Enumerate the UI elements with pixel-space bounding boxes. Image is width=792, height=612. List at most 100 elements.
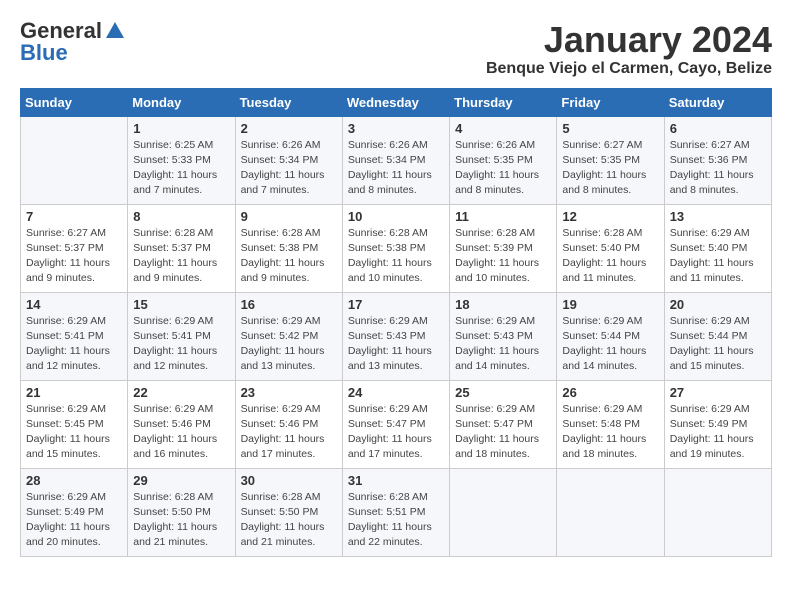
calendar-cell: 18 Sunrise: 6:29 AMSunset: 5:43 PMDayligh…: [450, 292, 557, 380]
day-number: 28: [26, 473, 122, 488]
calendar-cell: 21 Sunrise: 6:29 AMSunset: 5:45 PMDayligh…: [21, 380, 128, 468]
day-info: Sunrise: 6:29 AMSunset: 5:47 PMDaylight:…: [455, 402, 551, 463]
day-number: 18: [455, 297, 551, 312]
day-info: Sunrise: 6:29 AMSunset: 5:47 PMDaylight:…: [348, 402, 444, 463]
day-info: Sunrise: 6:29 AMSunset: 5:49 PMDaylight:…: [26, 490, 122, 551]
day-info: Sunrise: 6:26 AMSunset: 5:34 PMDaylight:…: [348, 138, 444, 199]
calendar-cell: 9Sunrise: 6:28 AMSunset: 5:38 PMDaylight…: [235, 204, 342, 292]
calendar-cell: 30 Sunrise: 6:28 AMSunset: 5:50 PMDayligh…: [235, 468, 342, 556]
day-number: 22: [133, 385, 229, 400]
calendar-cell: 17 Sunrise: 6:29 AMSunset: 5:43 PMDayligh…: [342, 292, 449, 380]
calendar-cell: 5 Sunrise: 6:27 AMSunset: 5:35 PMDaylight…: [557, 116, 664, 204]
calendar-cell: 4 Sunrise: 6:26 AMSunset: 5:35 PMDaylight…: [450, 116, 557, 204]
calendar-cell: 2 Sunrise: 6:26 AMSunset: 5:34 PMDaylight…: [235, 116, 342, 204]
day-info: Sunrise: 6:27 AMSunset: 5:36 PMDaylight:…: [670, 138, 766, 199]
page-header: General Blue January 2024 Benque Viejo e…: [20, 20, 772, 78]
day-number: 9: [241, 209, 337, 224]
day-number: 4: [455, 121, 551, 136]
day-info: Sunrise: 6:29 AMSunset: 5:48 PMDaylight:…: [562, 402, 658, 463]
calendar-cell: 24 Sunrise: 6:29 AMSunset: 5:47 PMDayligh…: [342, 380, 449, 468]
day-info: Sunrise: 6:26 AMSunset: 5:35 PMDaylight:…: [455, 138, 551, 199]
day-number: 5: [562, 121, 658, 136]
calendar-cell: 16 Sunrise: 6:29 AMSunset: 5:42 PMDayligh…: [235, 292, 342, 380]
day-info: Sunrise: 6:25 AMSunset: 5:33 PMDaylight:…: [133, 138, 229, 199]
day-info: Sunrise: 6:28 AMSunset: 5:37 PMDaylight:…: [133, 226, 229, 287]
day-number: 8: [133, 209, 229, 224]
day-info: Sunrise: 6:28 AMSunset: 5:40 PMDaylight:…: [562, 226, 658, 287]
day-info: Sunrise: 6:29 AMSunset: 5:43 PMDaylight:…: [348, 314, 444, 375]
day-info: Sunrise: 6:28 AMSunset: 5:38 PMDaylight:…: [348, 226, 444, 287]
header-sunday: Sunday: [21, 88, 128, 116]
calendar-cell: [557, 468, 664, 556]
day-number: 3: [348, 121, 444, 136]
title-block: January 2024 Benque Viejo el Carmen, Cay…: [486, 20, 772, 78]
day-number: 29: [133, 473, 229, 488]
calendar-table: SundayMondayTuesdayWednesdayThursdayFrid…: [20, 88, 772, 557]
calendar-cell: 25Sunrise: 6:29 AMSunset: 5:47 PMDayligh…: [450, 380, 557, 468]
calendar-week-row: 1Sunrise: 6:25 AMSunset: 5:33 PMDaylight…: [21, 116, 772, 204]
calendar-cell: [450, 468, 557, 556]
calendar-cell: 14 Sunrise: 6:29 AMSunset: 5:41 PMDayligh…: [21, 292, 128, 380]
day-info: Sunrise: 6:29 AMSunset: 5:42 PMDaylight:…: [241, 314, 337, 375]
calendar-cell: [664, 468, 771, 556]
calendar-week-row: 28 Sunrise: 6:29 AMSunset: 5:49 PMDayligh…: [21, 468, 772, 556]
day-number: 2: [241, 121, 337, 136]
day-number: 24: [348, 385, 444, 400]
day-number: 12: [562, 209, 658, 224]
day-number: 23: [241, 385, 337, 400]
calendar-cell: 8 Sunrise: 6:28 AMSunset: 5:37 PMDaylight…: [128, 204, 235, 292]
calendar-cell: 13Sunrise: 6:29 AMSunset: 5:40 PMDayligh…: [664, 204, 771, 292]
day-info: Sunrise: 6:29 AMSunset: 5:46 PMDaylight:…: [133, 402, 229, 463]
day-number: 6: [670, 121, 766, 136]
header-tuesday: Tuesday: [235, 88, 342, 116]
day-info: Sunrise: 6:26 AMSunset: 5:34 PMDaylight:…: [241, 138, 337, 199]
day-info: Sunrise: 6:27 AMSunset: 5:37 PMDaylight:…: [26, 226, 122, 287]
day-info: Sunrise: 6:29 AMSunset: 5:41 PMDaylight:…: [133, 314, 229, 375]
day-info: Sunrise: 6:27 AMSunset: 5:35 PMDaylight:…: [562, 138, 658, 199]
logo-general-text: General: [20, 20, 102, 42]
day-info: Sunrise: 6:29 AMSunset: 5:46 PMDaylight:…: [241, 402, 337, 463]
calendar-cell: 22 Sunrise: 6:29 AMSunset: 5:46 PMDayligh…: [128, 380, 235, 468]
day-number: 19: [562, 297, 658, 312]
day-number: 21: [26, 385, 122, 400]
day-info: Sunrise: 6:28 AMSunset: 5:50 PMDaylight:…: [133, 490, 229, 551]
calendar-cell: 23 Sunrise: 6:29 AMSunset: 5:46 PMDayligh…: [235, 380, 342, 468]
header-saturday: Saturday: [664, 88, 771, 116]
calendar-cell: 26Sunrise: 6:29 AMSunset: 5:48 PMDayligh…: [557, 380, 664, 468]
calendar-week-row: 7Sunrise: 6:27 AMSunset: 5:37 PMDaylight…: [21, 204, 772, 292]
day-info: Sunrise: 6:29 AMSunset: 5:49 PMDaylight:…: [670, 402, 766, 463]
calendar-header-row: SundayMondayTuesdayWednesdayThursdayFrid…: [21, 88, 772, 116]
calendar-cell: 12 Sunrise: 6:28 AMSunset: 5:40 PMDayligh…: [557, 204, 664, 292]
calendar-cell: 15 Sunrise: 6:29 AMSunset: 5:41 PMDayligh…: [128, 292, 235, 380]
day-number: 31: [348, 473, 444, 488]
calendar-cell: 19 Sunrise: 6:29 AMSunset: 5:44 PMDayligh…: [557, 292, 664, 380]
day-info: Sunrise: 6:29 AMSunset: 5:41 PMDaylight:…: [26, 314, 122, 375]
header-friday: Friday: [557, 88, 664, 116]
day-info: Sunrise: 6:29 AMSunset: 5:44 PMDaylight:…: [562, 314, 658, 375]
day-number: 17: [348, 297, 444, 312]
calendar-cell: 31Sunrise: 6:28 AMSunset: 5:51 PMDayligh…: [342, 468, 449, 556]
day-info: Sunrise: 6:28 AMSunset: 5:50 PMDaylight:…: [241, 490, 337, 551]
calendar-cell: 27 Sunrise: 6:29 AMSunset: 5:49 PMDayligh…: [664, 380, 771, 468]
day-number: 30: [241, 473, 337, 488]
day-number: 16: [241, 297, 337, 312]
day-number: 10: [348, 209, 444, 224]
day-info: Sunrise: 6:29 AMSunset: 5:45 PMDaylight:…: [26, 402, 122, 463]
day-info: Sunrise: 6:29 AMSunset: 5:40 PMDaylight:…: [670, 226, 766, 287]
calendar-cell: 28 Sunrise: 6:29 AMSunset: 5:49 PMDayligh…: [21, 468, 128, 556]
month-title: January 2024: [486, 20, 772, 60]
day-number: 27: [670, 385, 766, 400]
day-info: Sunrise: 6:29 AMSunset: 5:43 PMDaylight:…: [455, 314, 551, 375]
logo-icon: [104, 20, 126, 42]
calendar-cell: 11 Sunrise: 6:28 AMSunset: 5:39 PMDayligh…: [450, 204, 557, 292]
day-number: 15: [133, 297, 229, 312]
day-number: 14: [26, 297, 122, 312]
calendar-cell: 3 Sunrise: 6:26 AMSunset: 5:34 PMDaylight…: [342, 116, 449, 204]
day-info: Sunrise: 6:28 AMSunset: 5:39 PMDaylight:…: [455, 226, 551, 287]
calendar-cell: [21, 116, 128, 204]
header-thursday: Thursday: [450, 88, 557, 116]
calendar-cell: 1Sunrise: 6:25 AMSunset: 5:33 PMDaylight…: [128, 116, 235, 204]
logo-blue-text: Blue: [20, 42, 68, 64]
header-wednesday: Wednesday: [342, 88, 449, 116]
day-number: 11: [455, 209, 551, 224]
